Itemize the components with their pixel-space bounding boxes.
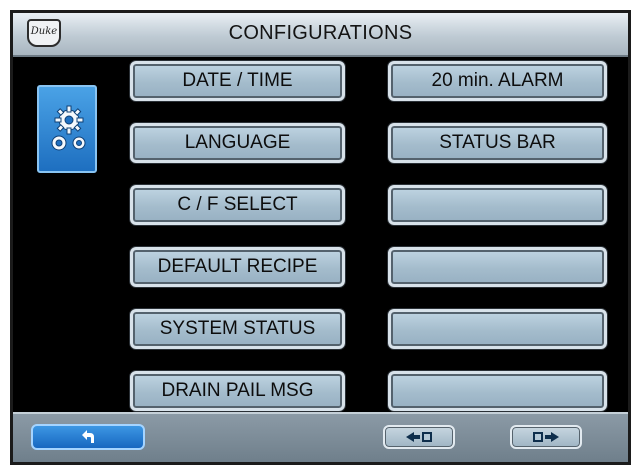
empty-button-1[interactable] xyxy=(388,185,607,225)
status-bar-button[interactable]: STATUS BAR xyxy=(388,123,607,163)
back-button[interactable] xyxy=(31,424,145,450)
default-recipe-button[interactable]: DEFAULT RECIPE xyxy=(130,247,345,287)
empty-button-3[interactable] xyxy=(388,309,607,349)
c-f-select-button[interactable]: C / F SELECT xyxy=(130,185,345,225)
prev-page-icon xyxy=(406,432,432,442)
empty-button-4[interactable] xyxy=(388,371,607,411)
back-arrow-icon xyxy=(82,430,94,443)
prev-page-button[interactable] xyxy=(383,425,455,449)
gears-icon xyxy=(37,85,97,173)
alarm-20-min-button[interactable]: 20 min. ALARM xyxy=(388,61,607,101)
title-bar: Duke CONFIGURATIONS xyxy=(13,13,628,57)
next-page-icon xyxy=(533,432,559,442)
bottom-bar xyxy=(13,412,628,462)
empty-button-2[interactable] xyxy=(388,247,607,287)
drain-pail-msg-button[interactable]: DRAIN PAIL MSG xyxy=(130,371,345,411)
next-page-button[interactable] xyxy=(510,425,582,449)
system-status-button[interactable]: SYSTEM STATUS xyxy=(130,309,345,349)
screen-frame: Duke CONFIGURATIONS DATE / TIME LANGUAGE… xyxy=(10,10,631,465)
date-time-button[interactable]: DATE / TIME xyxy=(130,61,345,101)
page-title: CONFIGURATIONS xyxy=(228,22,413,44)
language-button[interactable]: LANGUAGE xyxy=(130,123,345,163)
